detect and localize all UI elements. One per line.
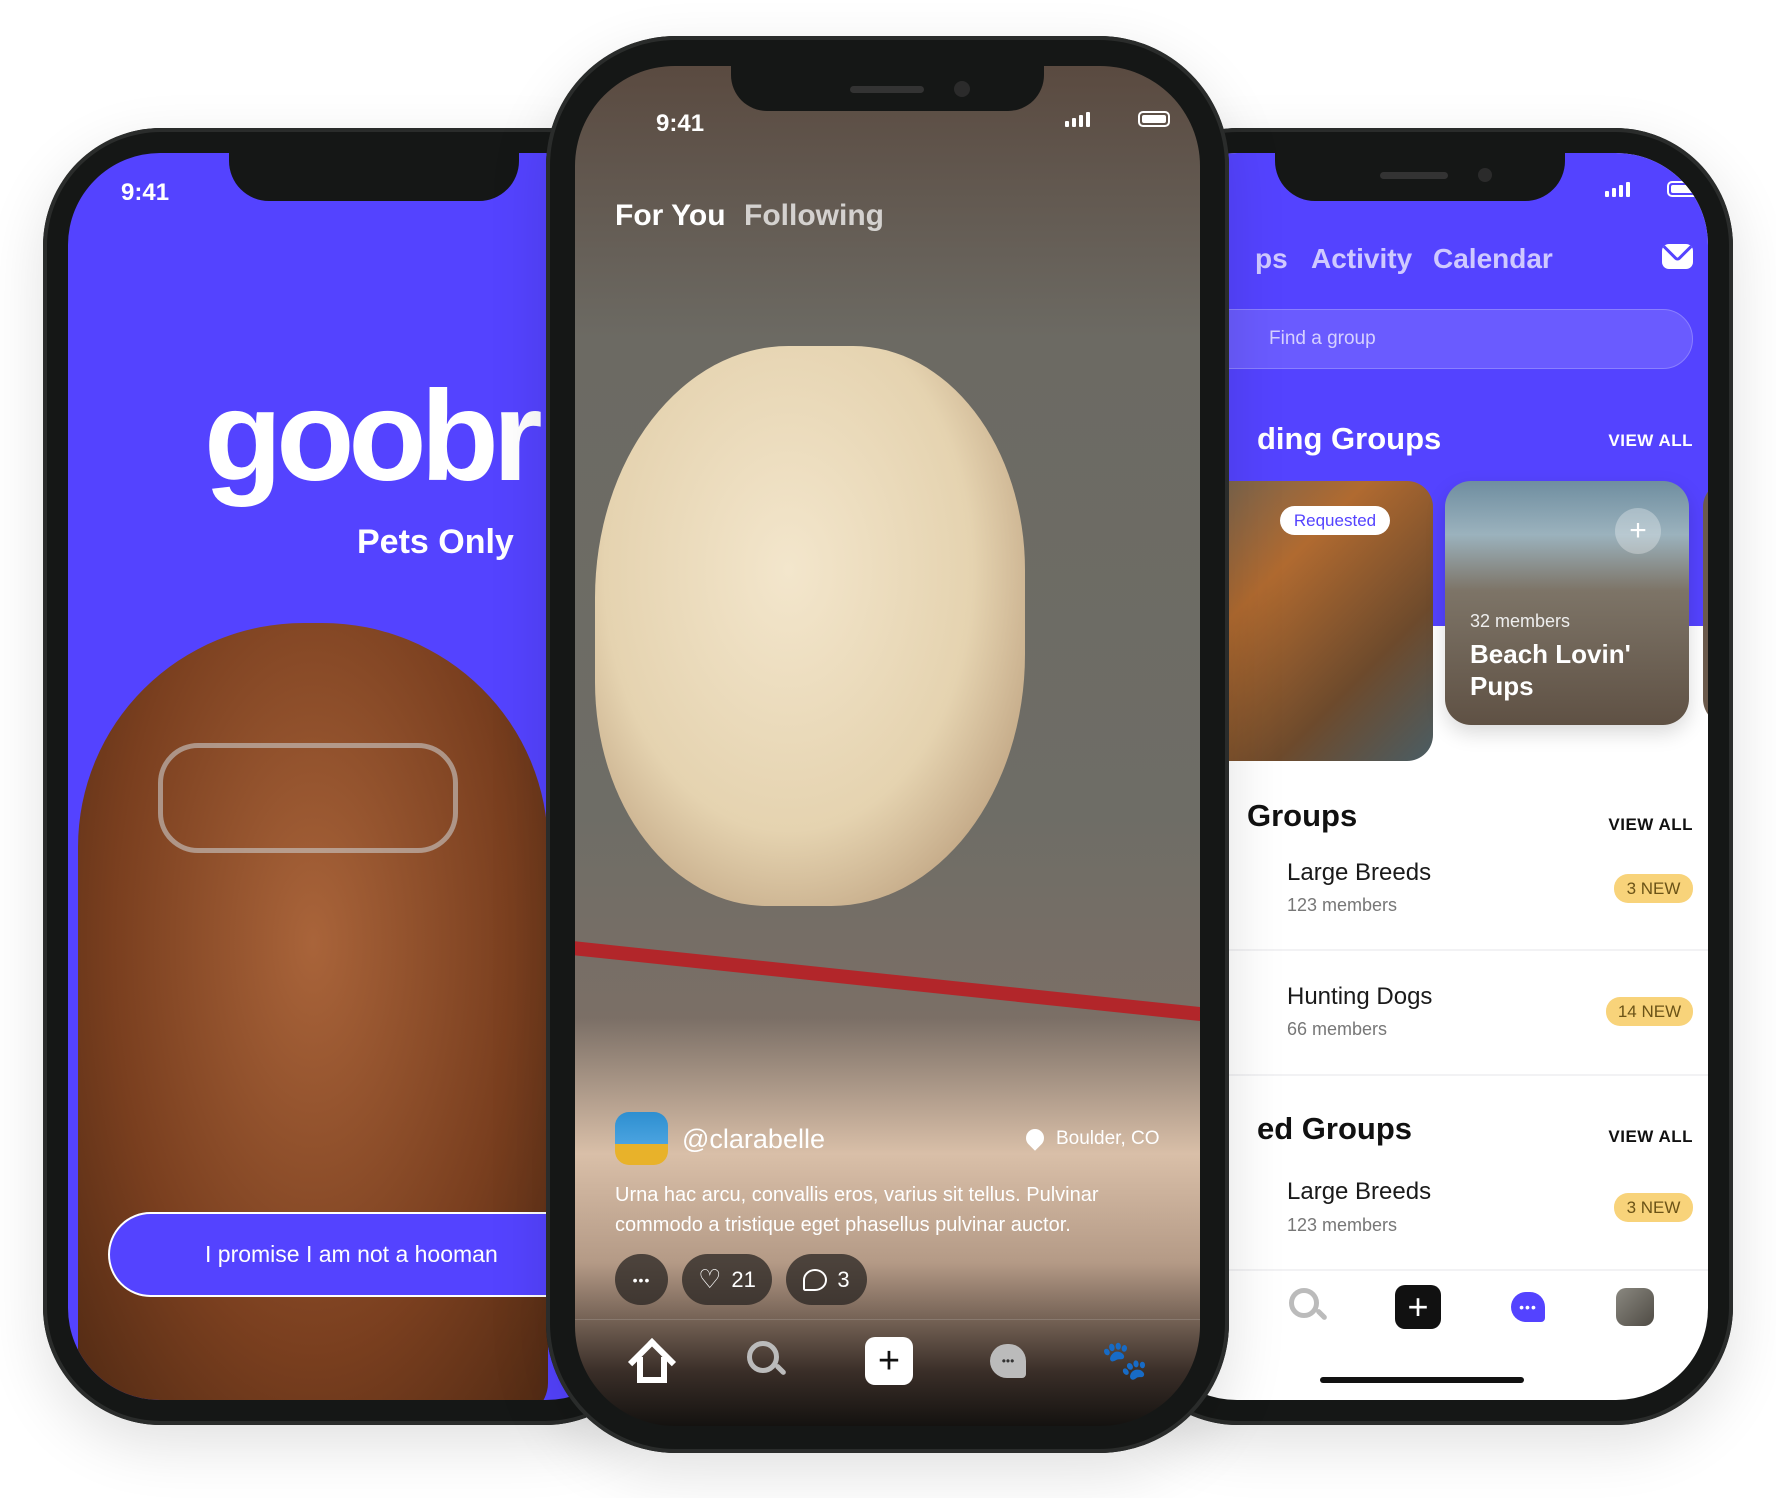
caption: Urna hac arcu, convallis eros, varius si… xyxy=(615,1184,1099,1236)
comment-button[interactable]: 3 xyxy=(786,1254,867,1305)
card-name: Beach Lovin' Pups xyxy=(1470,639,1631,701)
my-groups-title: Groups xyxy=(1247,798,1358,833)
notch xyxy=(229,153,519,201)
camera xyxy=(1478,168,1492,182)
red-stripe xyxy=(575,938,1200,1028)
cta-label: I promise I am not a hooman xyxy=(205,1241,498,1267)
tab-calendar[interactable]: Calendar xyxy=(1433,243,1553,275)
group-name: Large Breeds xyxy=(1287,859,1432,886)
new-badge: 3 NEW xyxy=(1614,1193,1693,1222)
signal-icon xyxy=(1065,112,1090,127)
heart-icon: ♡ xyxy=(698,1264,722,1294)
group-members: 123 members xyxy=(1287,895,1398,915)
groups-screen: ps Activity Calendar Find a group ding G… xyxy=(1145,153,1708,1400)
search-placeholder: Find a group xyxy=(1269,328,1376,349)
new-badge: 14 NEW xyxy=(1606,997,1693,1026)
speaker xyxy=(850,86,924,93)
group-name: Hunting Dogs xyxy=(1287,983,1433,1010)
like-button[interactable]: ♡ 21 xyxy=(682,1254,772,1305)
nav-search-icon[interactable] xyxy=(747,1341,787,1381)
ellipsis-icon: ••• xyxy=(632,1271,651,1288)
like-count: 21 xyxy=(731,1266,756,1292)
other-groups-view-all[interactable]: VIEW ALL xyxy=(1565,1127,1693,1147)
more-button[interactable]: ••• xyxy=(615,1254,668,1305)
divider xyxy=(1145,1074,1708,1076)
group-members: 123 members xyxy=(1287,1215,1398,1235)
group-card-partial[interactable] xyxy=(1703,481,1708,725)
nav-home-icon[interactable] xyxy=(627,1337,677,1387)
group-name: Large Breeds xyxy=(1287,1178,1432,1205)
nav-chat-icon[interactable]: ••• xyxy=(1511,1292,1545,1322)
nav-paw-icon[interactable]: 🐾 xyxy=(1101,1339,1148,1383)
new-badge: 3 NEW xyxy=(1614,874,1693,903)
nav-chat-icon[interactable]: ••• xyxy=(990,1344,1026,1378)
feed-screen: 9:41 For You Following @clarabelle Bould… xyxy=(575,66,1200,1426)
camera xyxy=(954,81,970,97)
divider xyxy=(1145,949,1708,951)
glasses xyxy=(158,743,458,853)
username[interactable]: @clarabelle xyxy=(682,1124,825,1155)
location[interactable]: Boulder, CO xyxy=(1056,1128,1160,1150)
nav-plus-button[interactable]: + xyxy=(865,1337,913,1385)
trending-title: ding Groups xyxy=(1257,421,1442,456)
center-phone: 9:41 For You Following @clarabelle Bould… xyxy=(546,36,1229,1453)
puppy-video[interactable] xyxy=(595,346,1025,906)
logo: goobr xyxy=(204,365,543,508)
nav-divider xyxy=(575,1319,1200,1320)
group-card-beach[interactable]: + 32 members Beach Lovin' Pups xyxy=(1445,481,1689,725)
mail-icon[interactable] xyxy=(1662,244,1693,269)
battery-icon xyxy=(1667,181,1699,197)
tagline: Pets Only xyxy=(357,523,514,561)
profile-avatar[interactable] xyxy=(1616,1288,1654,1326)
status-time: 9:41 xyxy=(656,110,705,137)
comment-count: 3 xyxy=(837,1266,850,1292)
join-plus-icon[interactable]: + xyxy=(1615,508,1661,554)
card-members: 32 members xyxy=(1470,611,1571,631)
signal-icon xyxy=(1605,182,1630,197)
group-members: 66 members xyxy=(1287,1019,1388,1039)
tab-for-you[interactable]: For You xyxy=(615,199,726,233)
nav-search-icon[interactable] xyxy=(1289,1288,1328,1326)
battery-icon xyxy=(1138,111,1170,127)
my-groups-view-all[interactable]: VIEW ALL xyxy=(1565,815,1693,835)
divider xyxy=(1145,1269,1708,1271)
comment-icon xyxy=(803,1268,828,1291)
home-indicator xyxy=(1320,1377,1524,1383)
nav-plus-button[interactable]: + xyxy=(1395,1285,1441,1329)
requested-badge: Requested xyxy=(1280,506,1390,535)
status-time: 9:41 xyxy=(121,179,170,206)
user-avatar[interactable] xyxy=(615,1112,668,1165)
tab-activity[interactable]: Activity xyxy=(1311,243,1412,275)
location-pin-icon xyxy=(1022,1125,1048,1151)
trending-view-all[interactable]: VIEW ALL xyxy=(1565,431,1693,451)
tab-groups[interactable]: ps xyxy=(1255,243,1288,275)
other-groups-title: ed Groups xyxy=(1257,1111,1413,1146)
speaker xyxy=(1380,172,1448,179)
tab-following[interactable]: Following xyxy=(744,199,884,233)
